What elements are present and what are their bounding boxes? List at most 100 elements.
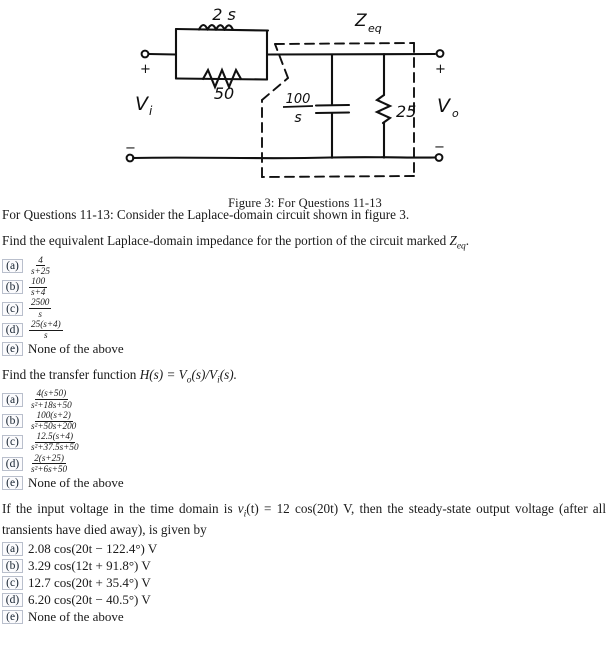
- fraction-numerator: 100: [29, 276, 48, 288]
- option-content: None of the above: [28, 608, 124, 624]
- input-voltage-label-subscript: i: [149, 104, 153, 118]
- question-11-prompt: Find the equivalent Laplace-domain imped…: [2, 232, 606, 253]
- question-13-prompt: If the input voltage in the time domain …: [2, 500, 606, 539]
- figure-caption: Figure 3: For Questions 11-13: [228, 196, 382, 210]
- fraction: 100 s+4: [29, 276, 48, 298]
- option-row[interactable]: (b) 3.29 cos(12t + 91.8°) V: [2, 558, 606, 574]
- box-top-left-seg: [174, 27, 270, 32]
- circuit-figure: 2 s 50 100 s 25 Z eq V i V o + − + − Fig…: [0, 0, 610, 210]
- question-12-h-symbol: H: [139, 367, 150, 383]
- inductor-label: 2 s: [212, 5, 236, 24]
- fraction-denominator: s+4: [31, 287, 46, 298]
- option-content: 4 s+25: [28, 254, 53, 276]
- option-content: 12.5(s+4) s²+37.5s+50: [28, 432, 82, 452]
- option-content: None of the above: [28, 475, 124, 491]
- polarity-minus-right: −: [434, 140, 445, 155]
- option-row[interactable]: (a) 4 s+25: [2, 254, 606, 276]
- option-content: 2(s+25) s²+6s+50: [28, 453, 70, 474]
- question-content: For Questions 11-13: Consider the Laplac…: [0, 206, 610, 625]
- fraction-numerator: 4: [36, 254, 45, 267]
- option-label-box[interactable]: (a): [2, 541, 23, 556]
- fraction-numerator: 12.5(s+4): [34, 431, 76, 443]
- question-12-options: (a) 4(s+50) s²+18s+50 (b) 100(s+2) s²+50…: [2, 389, 606, 491]
- circuit-diagram: 2 s 50 100 s 25 Z eq V i V o + − + −: [125, 5, 459, 178]
- option-label-box[interactable]: (a): [2, 392, 23, 407]
- option-row[interactable]: (e) None of the above: [2, 475, 606, 491]
- fraction-numerator: 2500: [29, 297, 52, 310]
- option-content: None of the above: [28, 341, 124, 357]
- fraction: 100(s+2) s²+50s+200: [29, 410, 78, 431]
- question-11-zeq-symbol: Z: [449, 233, 457, 249]
- fraction: 4(s+50) s²+18s+50: [29, 389, 74, 409]
- wire-input-top: [147, 52, 178, 56]
- capacitor-label-numerator: 100: [286, 92, 311, 107]
- question-11-options: (a) 4 s+25 (b) 100 s+4 (c) 2500 s (d) 25…: [2, 254, 606, 358]
- option-content: 100 s+4: [28, 277, 48, 297]
- question-13-options: (a) 2.08 cos(20t − 122.4°) V (b) 3.29 co…: [2, 541, 606, 625]
- fraction: 2(s+25) s²+6s+50: [29, 453, 69, 474]
- fraction-denominator: s+25: [31, 265, 50, 276]
- option-row[interactable]: (d) 2(s+25) s²+6s+50: [2, 453, 606, 474]
- option-row[interactable]: (b) 100(s+2) s²+50s+200: [2, 410, 606, 431]
- option-label-box[interactable]: (c): [2, 301, 23, 316]
- question-12-prompt-mid: (s) = V: [149, 367, 187, 383]
- option-content: 25(s+4) s: [28, 319, 64, 341]
- option-row[interactable]: (d) 25(s+4) s: [2, 319, 606, 341]
- option-content: 4(s+50) s²+18s+50: [28, 389, 75, 409]
- option-label-box[interactable]: (e): [2, 609, 23, 624]
- wire-top-node: [265, 52, 437, 56]
- fraction: 4 s+25: [29, 254, 52, 276]
- output-terminal-positive: [435, 49, 445, 58]
- option-row[interactable]: (e) None of the above: [2, 609, 606, 625]
- question-13-prompt-text: If the input voltage in the time domain …: [2, 501, 238, 517]
- option-row[interactable]: (c) 2500 s: [2, 298, 606, 318]
- option-row[interactable]: (d) 6.20 cos(20t − 40.5°) V: [2, 592, 606, 608]
- option-content: 2.08 cos(20t − 122.4°) V: [28, 540, 158, 556]
- output-voltage-label-subscript: o: [452, 107, 459, 120]
- shunt-resistor-symbol: [374, 93, 393, 125]
- fraction-denominator: s²+50s+200: [31, 421, 77, 431]
- fraction-denominator: s: [38, 308, 42, 319]
- option-label-box[interactable]: (c): [2, 435, 23, 450]
- output-voltage-label: V: [437, 95, 452, 117]
- option-row[interactable]: (e) None of the above: [2, 341, 606, 357]
- question-12-prompt: Find the transfer function H(s) = Vo(s)/…: [2, 366, 606, 387]
- zeq-box-bottom: [261, 175, 415, 178]
- input-voltage-label: V: [135, 93, 150, 115]
- question-12-prompt-mid2: (s)/V: [191, 367, 218, 383]
- option-row[interactable]: (a) 4(s+50) s²+18s+50: [2, 389, 606, 409]
- option-label-box[interactable]: (d): [2, 456, 23, 471]
- fraction: 25(s+4) s: [29, 319, 63, 341]
- polarity-minus-left: −: [125, 141, 136, 156]
- box-bottom-left-seg: [174, 77, 269, 81]
- option-label-box[interactable]: (b): [2, 414, 23, 428]
- option-row[interactable]: (b) 100 s+4: [2, 277, 606, 297]
- option-label-box[interactable]: (e): [2, 342, 23, 357]
- question-11-zeq-subscript: eq: [456, 242, 466, 253]
- option-label-box[interactable]: (e): [2, 476, 23, 491]
- option-content: 2500 s: [28, 298, 52, 318]
- question-12-prompt-end: (s).: [219, 367, 237, 383]
- wire-bottom-rail: [131, 156, 437, 160]
- option-label-box[interactable]: (d): [2, 323, 23, 338]
- option-label-box[interactable]: (a): [2, 258, 23, 273]
- fraction-denominator: s²+6s+50: [31, 463, 68, 474]
- fraction: 2500 s: [29, 297, 52, 319]
- option-row[interactable]: (c) 12.5(s+4) s²+37.5s+50: [2, 432, 606, 452]
- option-label-box[interactable]: (d): [2, 592, 23, 607]
- option-row[interactable]: (a) 2.08 cos(20t − 122.4°) V: [2, 541, 606, 557]
- fraction-denominator: s: [44, 330, 48, 341]
- option-row[interactable]: (c) 12.7 cos(20t + 35.4°) V: [2, 575, 606, 591]
- capacitor-plate-top: [314, 103, 351, 107]
- zeq-box-diagonal: [261, 77, 289, 101]
- question-11-prompt-text: Find the equivalent Laplace-domain imped…: [2, 233, 450, 249]
- polarity-plus-left: +: [140, 62, 151, 77]
- option-label-box[interactable]: (b): [2, 280, 23, 295]
- option-label-box[interactable]: (b): [2, 558, 23, 573]
- zeq-box-top: [274, 42, 415, 45]
- fraction-numerator: 4(s+50): [34, 388, 69, 401]
- option-content: 6.20 cos(20t − 40.5°) V: [28, 591, 151, 607]
- option-label-box[interactable]: (c): [2, 575, 23, 590]
- option-content: 100(s+2) s²+50s+200: [28, 410, 79, 431]
- zeq-label-subscript: eq: [368, 22, 382, 35]
